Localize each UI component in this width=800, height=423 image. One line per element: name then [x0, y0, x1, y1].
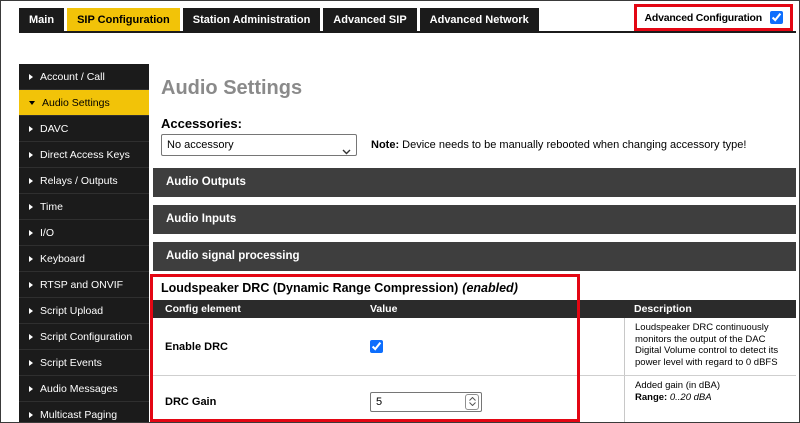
sidebar-item-label: Account / Call	[40, 71, 105, 83]
sidebar-item-audio-settings[interactable]: Audio Settings	[19, 90, 149, 116]
chevron-right-icon	[29, 386, 33, 392]
drc-gain-value-cell	[366, 376, 624, 423]
sidebar-item-label: Keyboard	[40, 253, 85, 265]
sidebar-item-script-configuration[interactable]: Script Configuration	[19, 324, 149, 350]
sidebar-item-script-events[interactable]: Script Events	[19, 350, 149, 376]
enable-drc-checkbox[interactable]	[370, 340, 383, 353]
chevron-right-icon	[29, 204, 33, 210]
sidebar-item-io[interactable]: I/O	[19, 220, 149, 246]
advanced-configuration-annotation-box: Advanced Configuration	[634, 4, 793, 31]
top-tab-bar: Main SIP Configuration Station Administr…	[19, 8, 539, 31]
chevron-right-icon	[29, 282, 33, 288]
page: Main SIP Configuration Station Administr…	[0, 0, 800, 423]
section-audio-outputs[interactable]: Audio Outputs	[153, 168, 796, 197]
accessory-select[interactable]: No accessory	[161, 134, 357, 156]
sidebar-item-label: Multicast Paging	[40, 409, 117, 421]
tab-sip-configuration[interactable]: SIP Configuration	[67, 8, 180, 31]
chevron-right-icon	[29, 360, 33, 366]
drc-title-text: Loudspeaker DRC (Dynamic Range Compressi…	[161, 281, 458, 295]
advanced-configuration-checkbox[interactable]	[770, 11, 783, 24]
note-text: Device needs to be manually rebooted whe…	[402, 139, 746, 151]
drc-section-title: Loudspeaker DRC (Dynamic Range Compressi…	[161, 281, 518, 295]
chevron-down-icon	[29, 101, 35, 105]
sidebar-item-label: Script Configuration	[40, 331, 132, 343]
range-label: Range:	[635, 392, 667, 403]
sidebar-item-relays-outputs[interactable]: Relays / Outputs	[19, 168, 149, 194]
drc-gain-label: DRC Gain	[153, 376, 366, 423]
sidebar: Account / Call Audio Settings DAVC Direc…	[19, 64, 149, 423]
advanced-configuration-label: Advanced Configuration	[644, 12, 762, 24]
sidebar-item-account-call[interactable]: Account / Call	[19, 64, 149, 90]
chevron-right-icon	[29, 256, 33, 262]
sidebar-item-audio-messages[interactable]: Audio Messages	[19, 376, 149, 402]
number-spinner[interactable]	[465, 394, 479, 410]
chevron-right-icon	[29, 74, 33, 80]
sidebar-item-label: Audio Settings	[42, 97, 110, 109]
drc-gain-description: Added gain (in dBA) Range: 0..20 dBA	[624, 376, 796, 423]
sidebar-item-davc[interactable]: DAVC	[19, 116, 149, 142]
drc-table: Config element Value Description Enable …	[153, 300, 796, 423]
tab-bar-underline	[19, 31, 796, 33]
range-value: 0..20 dBA	[667, 392, 711, 403]
sidebar-item-rtsp-onvif[interactable]: RTSP and ONVIF	[19, 272, 149, 298]
sidebar-item-label: Script Events	[40, 357, 102, 369]
sidebar-item-label: Script Upload	[40, 305, 103, 317]
chevron-right-icon	[29, 126, 33, 132]
drc-enabled-status: (enabled)	[462, 281, 518, 295]
sidebar-item-label: Direct Access Keys	[40, 149, 130, 161]
drc-gain-input-wrap	[370, 392, 482, 412]
chevron-right-icon	[29, 308, 33, 314]
sidebar-item-label: Audio Messages	[40, 383, 118, 395]
enable-drc-label: Enable DRC	[153, 318, 366, 375]
accessories-label: Accessories:	[161, 116, 242, 131]
accessory-select-wrap: No accessory	[161, 134, 357, 156]
drc-gain-description-line1: Added gain (in dBA)	[635, 380, 790, 392]
spinner-down-icon	[469, 402, 476, 406]
column-header-value: Value	[366, 303, 624, 315]
chevron-right-icon	[29, 230, 33, 236]
tab-station-administration[interactable]: Station Administration	[183, 8, 321, 31]
sidebar-item-script-upload[interactable]: Script Upload	[19, 298, 149, 324]
tab-main[interactable]: Main	[19, 8, 64, 31]
sidebar-item-label: RTSP and ONVIF	[40, 279, 123, 291]
chevron-right-icon	[29, 152, 33, 158]
table-row-enable-drc: Enable DRC Loudspeaker DRC continuously …	[153, 318, 796, 375]
table-row-drc-gain: DRC Gain Added gain (in dBA) Range: 0..2…	[153, 375, 796, 423]
section-audio-inputs[interactable]: Audio Inputs	[153, 205, 796, 234]
sidebar-item-time[interactable]: Time	[19, 194, 149, 220]
sidebar-item-multicast-paging[interactable]: Multicast Paging	[19, 402, 149, 423]
column-header-config-element: Config element	[153, 303, 366, 315]
sidebar-item-label: Time	[40, 201, 63, 213]
enable-drc-value-cell	[366, 318, 624, 375]
page-title: Audio Settings	[161, 77, 302, 100]
section-audio-signal-processing[interactable]: Audio signal processing	[153, 242, 796, 271]
column-header-description: Description	[624, 303, 796, 315]
sidebar-item-direct-access-keys[interactable]: Direct Access Keys	[19, 142, 149, 168]
accessory-note: Note: Device needs to be manually reboot…	[371, 139, 746, 151]
tab-advanced-sip[interactable]: Advanced SIP	[323, 8, 416, 31]
spinner-up-icon	[469, 397, 476, 401]
sidebar-item-label: DAVC	[40, 123, 68, 135]
chevron-right-icon	[29, 412, 33, 418]
note-label: Note:	[371, 139, 399, 151]
drc-table-header: Config element Value Description	[153, 300, 796, 318]
tab-advanced-network[interactable]: Advanced Network	[420, 8, 539, 31]
enable-drc-description: Loudspeaker DRC continuously monitors th…	[624, 318, 796, 375]
chevron-right-icon	[29, 334, 33, 340]
chevron-right-icon	[29, 178, 33, 184]
sidebar-item-label: Relays / Outputs	[40, 175, 118, 187]
drc-gain-range: Range: 0..20 dBA	[635, 392, 790, 404]
sidebar-item-label: I/O	[40, 227, 54, 239]
sidebar-item-keyboard[interactable]: Keyboard	[19, 246, 149, 272]
